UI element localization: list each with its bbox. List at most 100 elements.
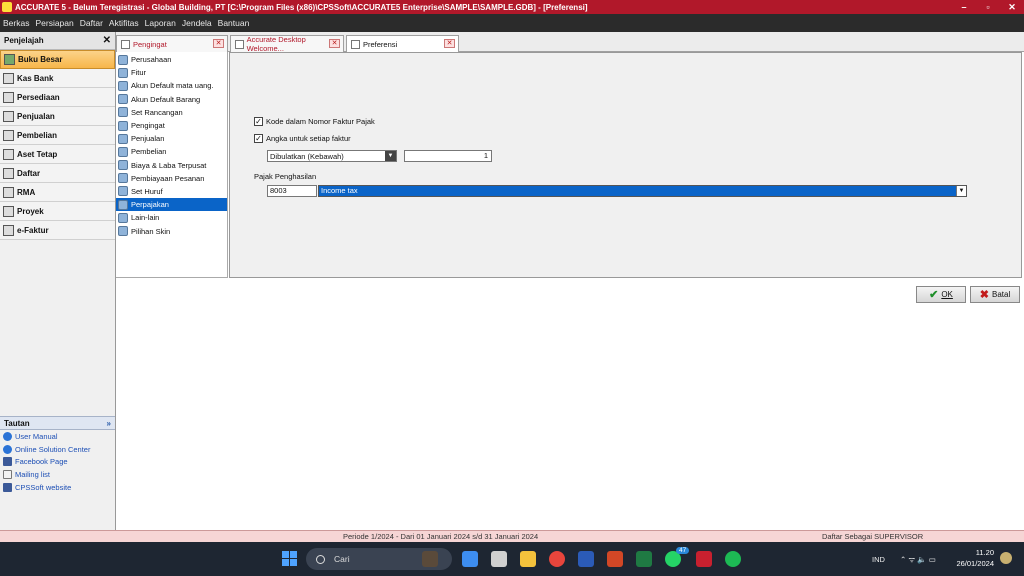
link-online-solution-center[interactable]: Online Solution Center	[0, 443, 115, 456]
pref-item-label: Pilihan Skin	[131, 226, 171, 236]
document-tabs: Pengingat ✕ Accurate Desktop Welcome... …	[116, 32, 1024, 53]
link-mailing-list[interactable]: Mailing list	[0, 468, 115, 481]
tab-accurate-desktop-welcome[interactable]: Accurate Desktop Welcome... ✕	[230, 35, 344, 53]
spotify-icon[interactable]	[725, 551, 741, 567]
notification-center-icon[interactable]	[1000, 552, 1012, 564]
sidebar-item-label: Proyek	[17, 206, 44, 216]
pref-item-set-rancangan[interactable]: Set Rancangan	[116, 106, 227, 119]
menu-aktifitas[interactable]: Aktifitas	[109, 18, 139, 28]
chevron-down-icon[interactable]: ▼	[956, 186, 966, 196]
tab-preferensi[interactable]: Preferensi ✕	[346, 35, 459, 52]
language-indicator[interactable]: IND	[872, 555, 885, 564]
tax-icon	[118, 199, 128, 210]
pref-item-lain-lain[interactable]: Lain-lain	[116, 211, 227, 224]
user-status: Daftar Sebagai SUPERVISOR	[822, 532, 924, 541]
accurate-taskbar-icon[interactable]	[696, 551, 712, 567]
links-panel: Tautan » User Manual Online Solution Cen…	[0, 416, 115, 494]
menu-bantuan[interactable]: Bantuan	[218, 18, 250, 28]
mail-icon	[3, 470, 12, 480]
pajak-name-select[interactable]: Income tax ▼	[318, 185, 967, 197]
pref-item-pilihan-skin[interactable]: Pilihan Skin	[116, 224, 227, 237]
pref-item-pembiayaan-pesanan[interactable]: Pembiayaan Pesanan	[116, 172, 227, 185]
explorer-sidebar: Penjelajah ✕ Buku Besar Kas Bank Persedi…	[0, 32, 116, 530]
sidebar-item-e-faktur[interactable]: e-Faktur	[0, 221, 115, 240]
menu-berkas[interactable]: Berkas	[3, 18, 29, 28]
currency-icon	[118, 80, 128, 91]
preference-category-list: Perusahaan Fitur Akun Default mata uang.…	[116, 52, 228, 278]
sidebar-item-proyek[interactable]: Proyek	[0, 202, 115, 221]
sidebar-item-persediaan[interactable]: Persediaan	[0, 88, 115, 107]
sidebar-item-rma[interactable]: RMA	[0, 183, 115, 202]
pref-item-perpajakan[interactable]: Perpajakan	[116, 198, 227, 212]
chrome-icon[interactable]	[549, 551, 565, 567]
checkbox-box[interactable]: ✓	[254, 117, 263, 126]
links-header: Tautan »	[0, 416, 115, 430]
pref-item-pengingat[interactable]: Pengingat	[116, 119, 227, 132]
sidebar-item-daftar[interactable]: Daftar	[0, 164, 115, 183]
pref-item-akun-default-mata-uang[interactable]: Akun Default mata uang.	[116, 79, 227, 92]
fixed-asset-icon	[3, 148, 14, 160]
pajak-code-input[interactable]: 8003	[267, 185, 317, 197]
copilot-icon[interactable]	[462, 551, 478, 567]
link-label: Mailing list	[15, 470, 51, 480]
menu-laporan[interactable]: Laporan	[145, 18, 176, 28]
tab-pengingat[interactable]: Pengingat ✕	[116, 35, 228, 52]
system-tray-icons[interactable]: ⌃ ᯤ 🔈 ▭	[900, 555, 936, 565]
close-window-button[interactable]: ✕	[1000, 0, 1024, 14]
checkbox-box[interactable]: ✓	[254, 134, 263, 143]
link-facebook-page[interactable]: Facebook Page	[0, 456, 115, 469]
tab-close-icon[interactable]: ✕	[329, 39, 340, 48]
restore-button[interactable]: ▫	[976, 0, 1000, 14]
menu-bar: Berkas Persiapan Daftar Aktifitas Lapora…	[0, 14, 1024, 32]
kode-faktur-checkbox[interactable]: ✓ Kode dalam Nomor Faktur Pajak	[254, 117, 375, 126]
sidebar-item-buku-besar[interactable]: Buku Besar	[0, 50, 115, 69]
sidebar-item-penjualan[interactable]: Penjualan	[0, 107, 115, 126]
menu-jendela[interactable]: Jendela	[182, 18, 212, 28]
pref-item-pembelian[interactable]: Pembelian	[116, 145, 227, 158]
task-view-icon[interactable]	[491, 551, 507, 567]
pref-item-biaya-laba-terpusat[interactable]: Biaya & Laba Terpusat	[116, 159, 227, 172]
windows-start-icon[interactable]	[282, 551, 297, 566]
rounding-select[interactable]: Dibulatkan (Kebawah) ▼	[267, 150, 397, 162]
sidebar-item-kas-bank[interactable]: Kas Bank	[0, 69, 115, 88]
pajak-penghasilan-label: Pajak Penghasilan	[254, 172, 317, 181]
word-icon[interactable]	[578, 551, 594, 567]
taskbar-clock[interactable]: 11.20 26/01/2024	[950, 547, 994, 569]
angka-faktur-checkbox[interactable]: ✓ Angka untuk setiap faktur	[254, 134, 351, 143]
menu-persiapan[interactable]: Persiapan	[35, 18, 73, 28]
pajak-name-value: Income tax	[321, 186, 358, 195]
list-icon	[3, 167, 14, 179]
sidebar-close-icon[interactable]: ✕	[103, 35, 111, 46]
sidebar-item-pembelian[interactable]: Pembelian	[0, 126, 115, 145]
misc-icon	[118, 212, 128, 223]
powerpoint-icon[interactable]	[607, 551, 623, 567]
file-explorer-icon[interactable]	[520, 551, 536, 567]
rma-icon	[3, 186, 14, 198]
project-icon	[3, 205, 14, 217]
pref-item-fitur[interactable]: Fitur	[116, 66, 227, 79]
pref-item-penjualan[interactable]: Penjualan	[116, 132, 227, 145]
link-label: User Manual	[15, 431, 58, 441]
tab-close-icon[interactable]: ✕	[213, 39, 224, 48]
tab-close-icon[interactable]: ✕	[444, 39, 455, 48]
link-cpssoft-website[interactable]: CPSSoft website	[0, 481, 115, 494]
chevron-down-icon[interactable]: ▼	[385, 151, 396, 161]
sidebar-item-aset-tetap[interactable]: Aset Tetap	[0, 145, 115, 164]
excel-icon[interactable]	[636, 551, 652, 567]
menu-daftar[interactable]: Daftar	[80, 18, 103, 28]
collapse-chevron-icon[interactable]: »	[107, 419, 111, 428]
ok-button[interactable]: ✔ OK	[916, 286, 966, 303]
clock-date: 26/01/2024	[956, 559, 994, 568]
pref-item-akun-default-barang[interactable]: Akun Default Barang	[116, 93, 227, 106]
sidebar-title: Penjelajah	[4, 36, 44, 45]
tab-label: Accurate Desktop Welcome...	[246, 35, 306, 53]
pref-item-set-huruf[interactable]: Set Huruf	[116, 185, 227, 198]
rounding-number-input[interactable]: 1	[404, 150, 492, 162]
pref-item-label: Perpajakan	[131, 200, 169, 210]
minimize-button[interactable]: –	[952, 0, 976, 14]
widget-icon[interactable]	[422, 551, 438, 567]
search-icon	[316, 554, 325, 564]
link-user-manual[interactable]: User Manual	[0, 430, 115, 443]
cancel-button[interactable]: ✖ Batal	[970, 286, 1020, 303]
pref-item-perusahaan[interactable]: Perusahaan	[116, 53, 227, 66]
